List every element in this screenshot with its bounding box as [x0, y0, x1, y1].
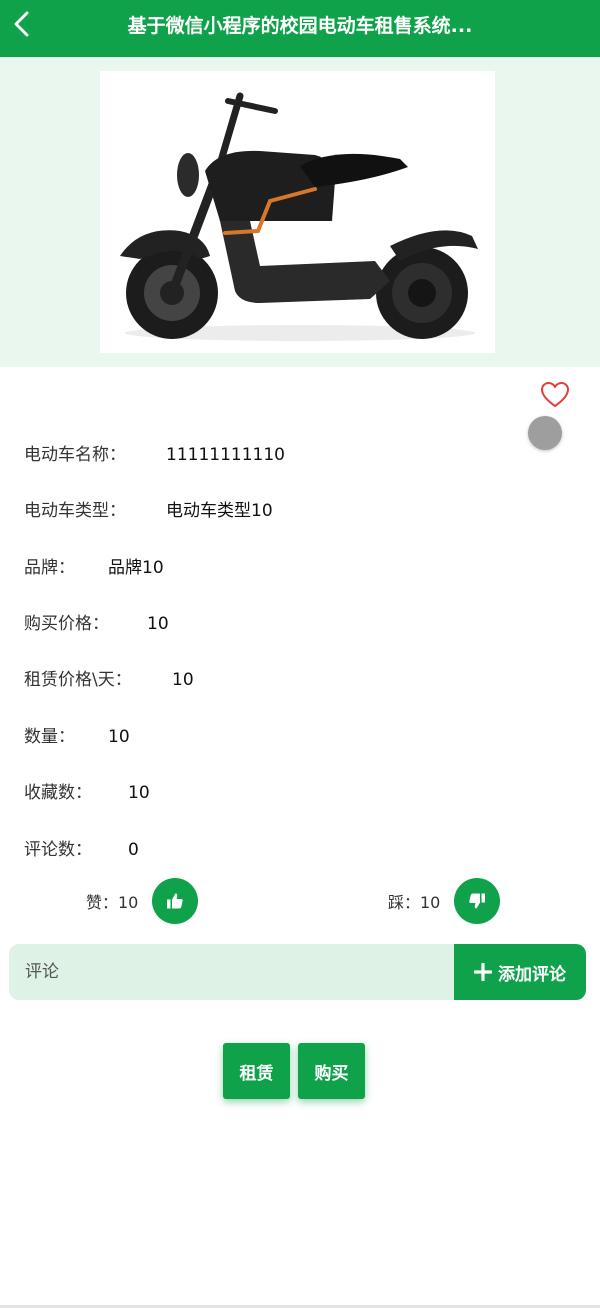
field-value: 10 — [172, 670, 194, 690]
field-label: 品牌： — [24, 558, 75, 578]
heart-outline-icon — [540, 381, 570, 408]
product-image-area — [0, 57, 600, 367]
dislike-button[interactable] — [454, 878, 501, 924]
field-value: 10 — [108, 727, 130, 747]
field-row-quantity: 数量： 10 — [24, 722, 130, 747]
avatar — [528, 416, 562, 450]
add-comment-button[interactable]: 添加评论 — [454, 944, 586, 1000]
field-value: 0 — [128, 840, 139, 860]
field-row-favorites: 收藏数： 10 — [24, 778, 150, 803]
dislike-count: 踩：10 — [388, 893, 441, 912]
field-row-brand: 品牌： 品牌10 — [24, 553, 164, 578]
field-label: 评论数： — [24, 840, 92, 860]
comment-input[interactable] — [9, 944, 454, 1000]
like-button[interactable] — [152, 878, 199, 924]
like-group: 赞：10 — [86, 878, 199, 924]
dislike-group: 踩：10 — [388, 878, 501, 924]
thumbs-up-icon — [167, 893, 184, 909]
product-image — [100, 71, 495, 353]
buy-button[interactable]: 购买 — [298, 1043, 365, 1099]
field-row-comments: 评论数： 0 — [24, 835, 139, 860]
field-label: 租赁价格\天： — [24, 670, 132, 690]
comment-bar: 添加评论 — [9, 944, 586, 1000]
field-value: 11111111110 — [166, 445, 285, 465]
field-value: 品牌10 — [108, 558, 164, 578]
rent-button-label: 租赁 — [239, 1063, 274, 1084]
back-button[interactable] — [8, 8, 38, 42]
thumbs-down-icon — [469, 893, 486, 909]
field-label: 数量： — [24, 727, 75, 747]
scooter-illustration — [120, 92, 478, 341]
field-value: 10 — [147, 614, 169, 634]
field-label: 收藏数： — [24, 783, 92, 803]
field-value: 10 — [128, 783, 150, 803]
field-row-type: 电动车类型： 电动车类型10 — [24, 496, 273, 521]
field-label: 购买价格： — [24, 614, 109, 634]
header-bar: 基于微信小程序的校园电动车租售系统... — [0, 0, 600, 57]
chevron-left-icon — [14, 11, 29, 37]
rent-button[interactable]: 租赁 — [223, 1043, 290, 1099]
field-value: 电动车类型10 — [166, 501, 273, 521]
field-row-purchase-price: 购买价格： 10 — [24, 609, 169, 634]
plus-icon — [474, 963, 492, 981]
field-label: 电动车类型： — [24, 501, 126, 521]
like-count: 赞：10 — [86, 893, 139, 912]
field-row-name: 电动车名称： 11111111110 — [24, 440, 285, 465]
field-row-rent-price: 租赁价格\天： 10 — [24, 665, 194, 690]
favorite-button[interactable] — [540, 381, 570, 409]
add-comment-label: 添加评论 — [498, 964, 566, 985]
page-title: 基于微信小程序的校园电动车租售系统... — [127, 15, 473, 37]
field-label: 电动车名称： — [24, 445, 126, 465]
buy-button-label: 购买 — [314, 1063, 349, 1084]
